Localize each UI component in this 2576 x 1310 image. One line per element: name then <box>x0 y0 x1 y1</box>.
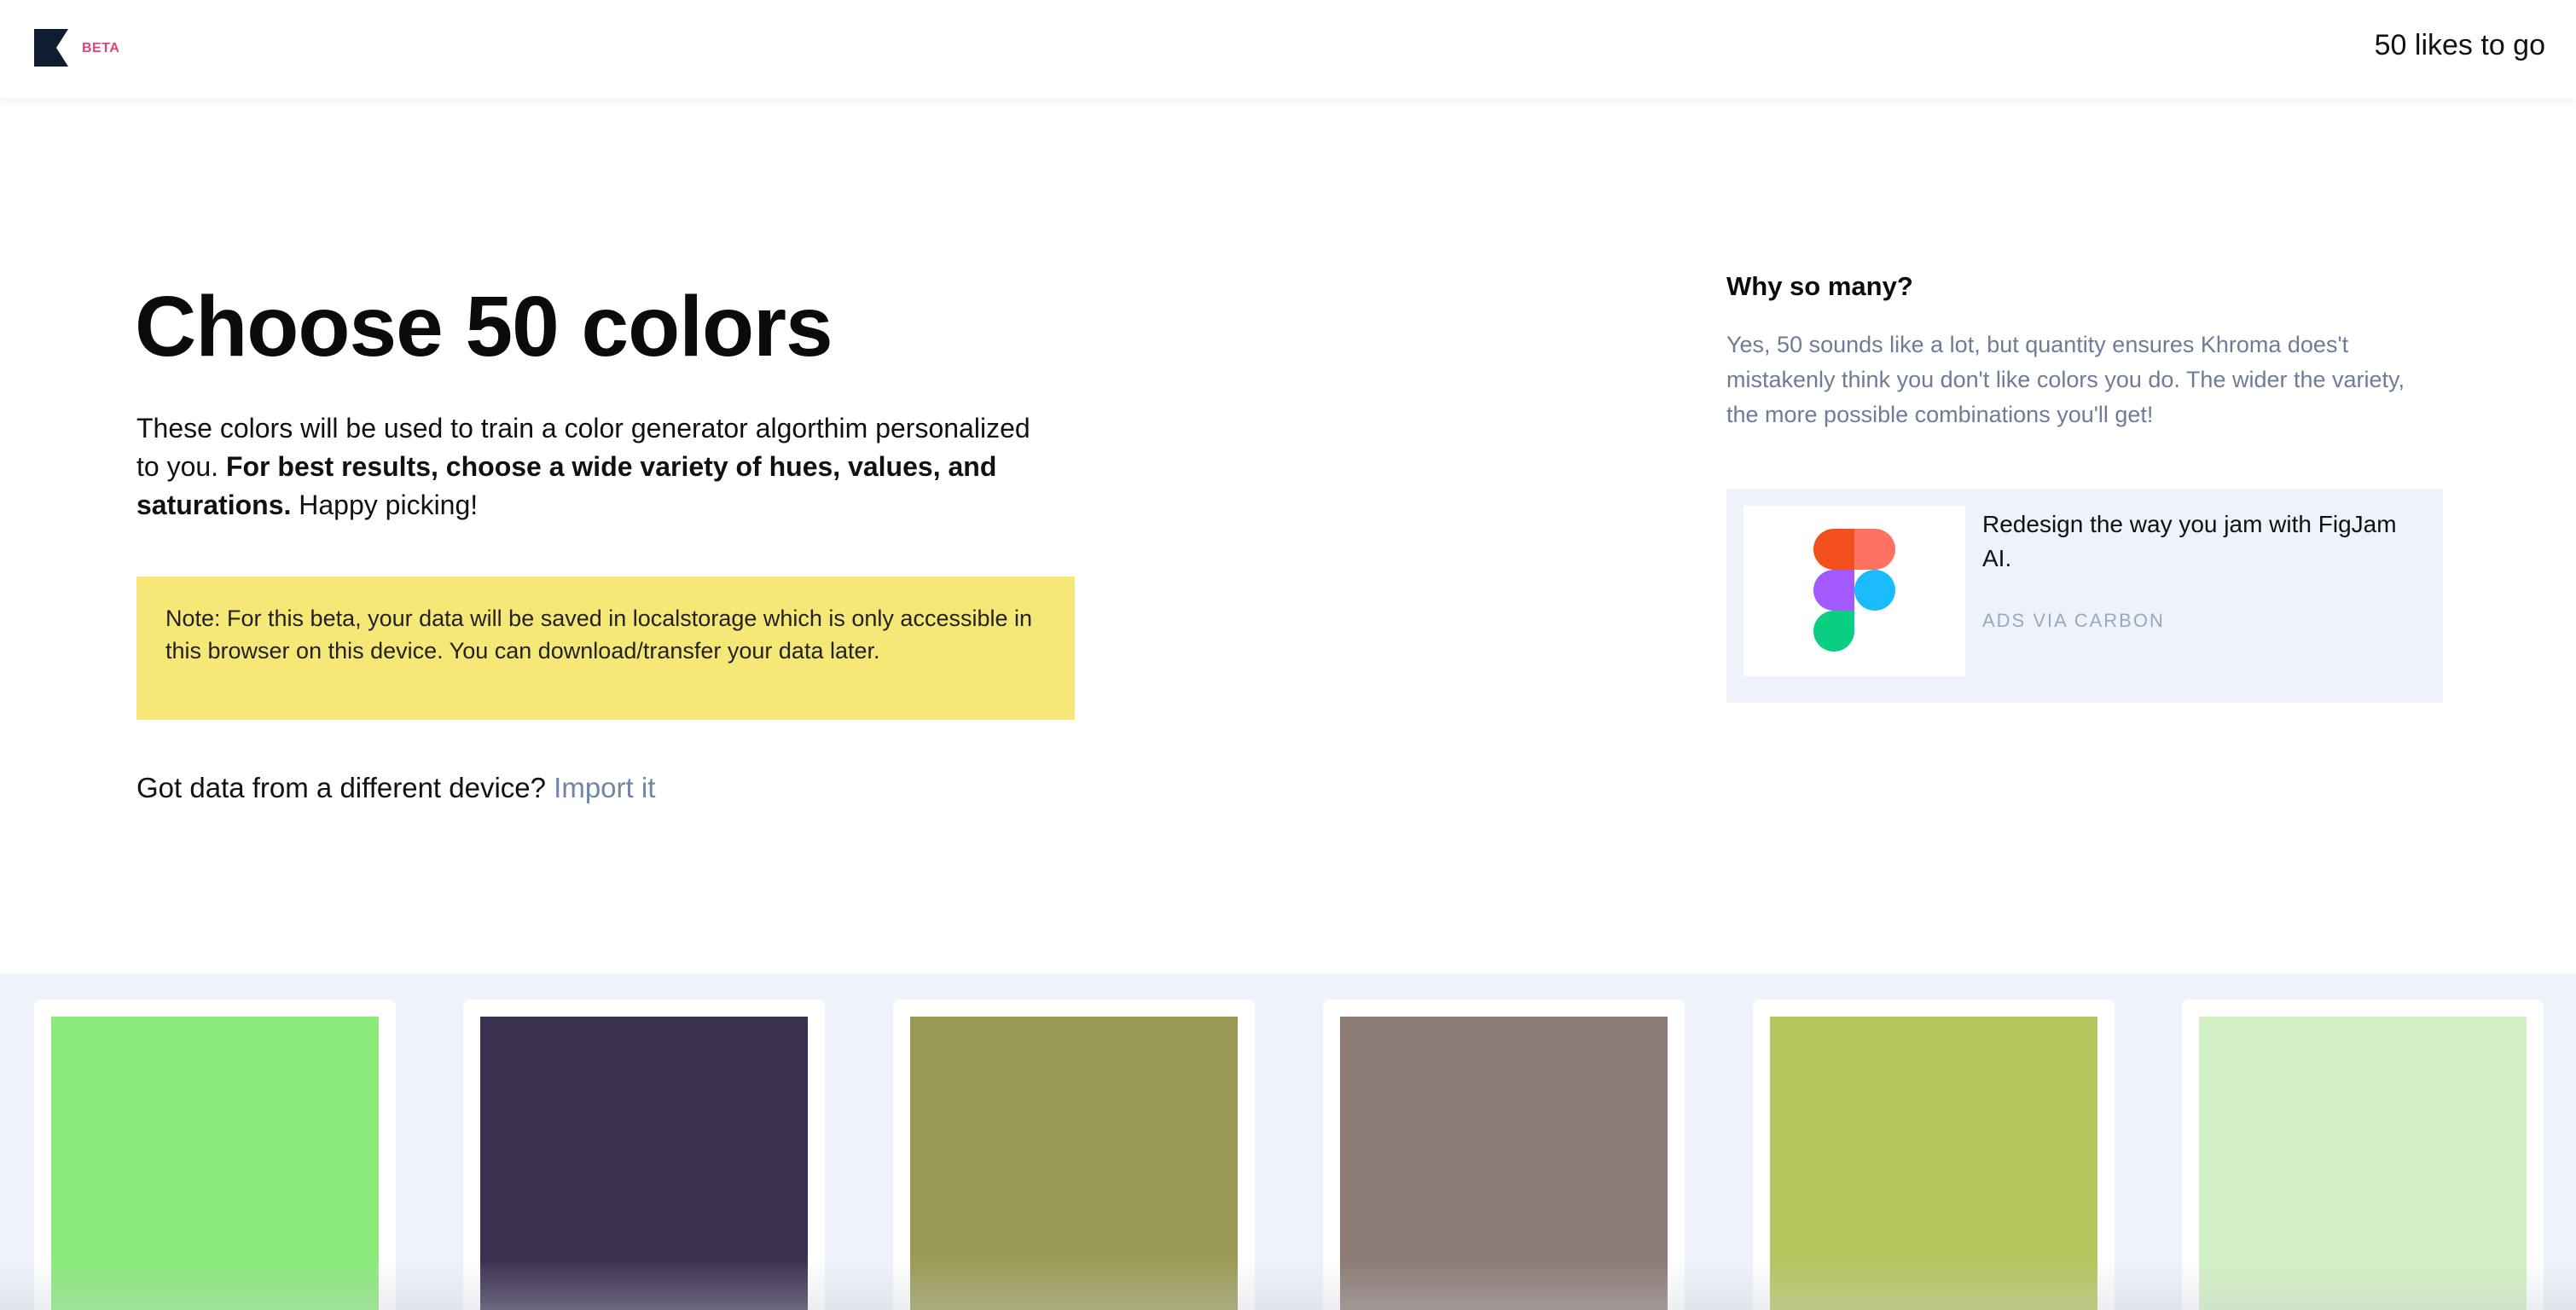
color-card[interactable] <box>893 1000 1255 1310</box>
color-swatch[interactable] <box>51 1017 379 1310</box>
color-card[interactable] <box>2182 1000 2544 1310</box>
ad-text-link[interactable]: Redesign the way you jam with FigJam AI. <box>1982 507 2426 576</box>
import-link[interactable]: Import it <box>554 772 655 803</box>
page-title: Choose 50 colors <box>135 279 833 374</box>
likes-counter: 50 likes to go <box>2374 29 2545 61</box>
carbon-ad: Redesign the way you jam with FigJam AI.… <box>1726 489 2443 703</box>
why-so-many-text: Yes, 50 sounds like a lot, but quantity … <box>1726 332 2405 427</box>
khroma-k-logo-icon[interactable] <box>34 29 68 67</box>
intro-paragraph: These colors will be used to train a col… <box>136 409 1058 525</box>
import-prompt-line: Got data from a different device? Import… <box>136 772 655 804</box>
color-swatch[interactable] <box>1770 1017 2097 1310</box>
figma-logo-icon <box>1813 529 1895 652</box>
top-bar: BETA 50 likes to go <box>0 0 2576 98</box>
color-card[interactable] <box>34 1000 396 1310</box>
color-swatch[interactable] <box>910 1017 1238 1310</box>
intro-emphasis: For best results, choose a wide variety … <box>136 451 997 520</box>
color-swatch[interactable] <box>2199 1017 2527 1310</box>
intro-closing: Happy picking! <box>299 490 479 520</box>
color-card[interactable] <box>1753 1000 2115 1310</box>
color-card[interactable] <box>1323 1000 1685 1310</box>
import-prompt: Got data from a different device? <box>136 772 546 803</box>
color-grid <box>0 974 2576 1310</box>
why-so-many-heading: Why so many? <box>1726 271 1913 301</box>
color-swatch[interactable] <box>1340 1017 1668 1310</box>
ads-via-carbon-link[interactable]: ADS VIA CARBON <box>1982 610 2165 632</box>
ad-image[interactable] <box>1743 506 1965 676</box>
color-card[interactable] <box>463 1000 825 1310</box>
beta-note: Note: For this beta, your data will be s… <box>136 577 1075 720</box>
beta-badge: BETA <box>82 41 120 55</box>
color-swatch[interactable] <box>480 1017 808 1310</box>
